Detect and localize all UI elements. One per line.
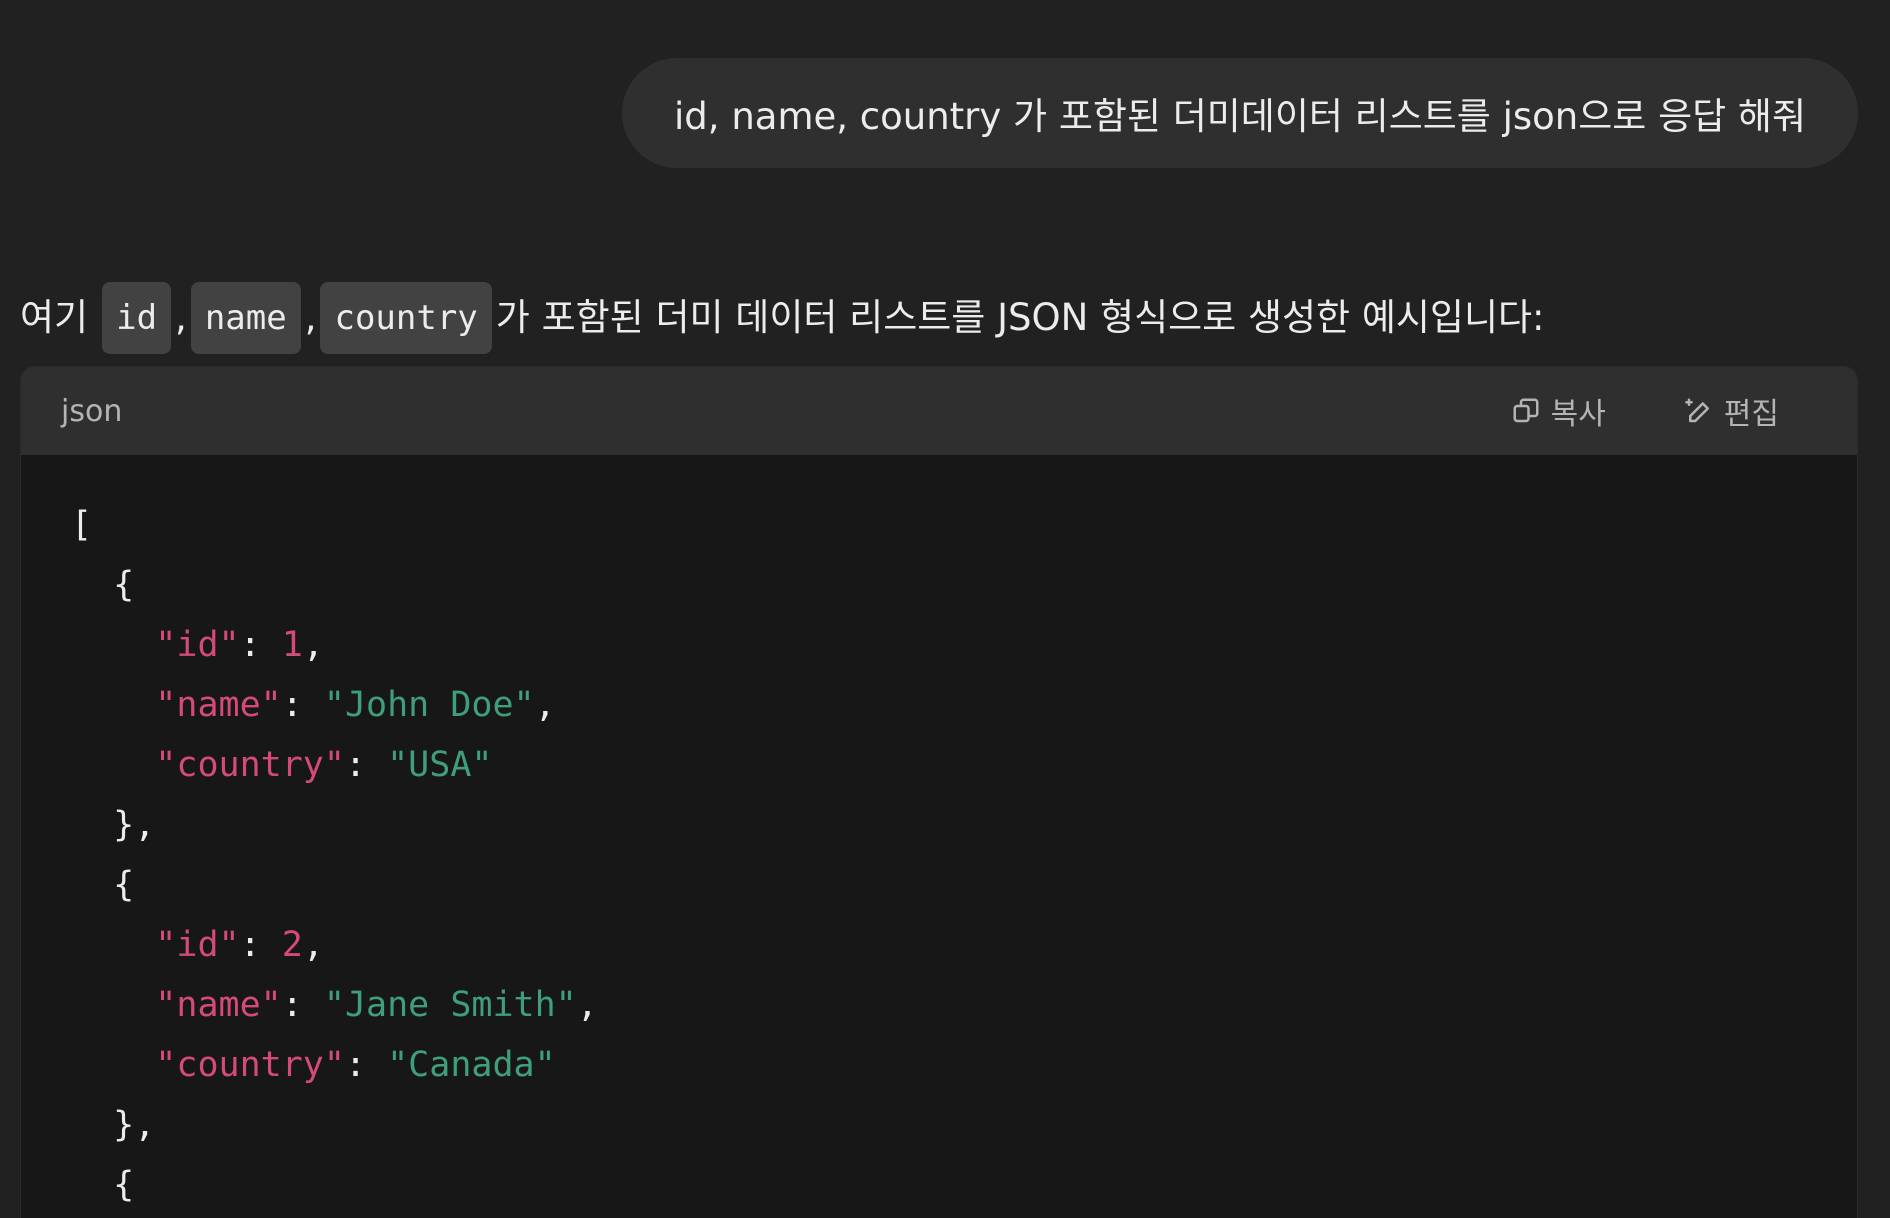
intro-separator: , (304, 296, 317, 339)
json-string: "Canada" (387, 1045, 556, 1085)
json-punctuation: : (281, 985, 324, 1025)
code-line: }, (71, 1095, 1807, 1155)
edit-label: 편집 (1723, 397, 1779, 432)
json-key: "id" (155, 925, 240, 965)
json-string: "Jane Smith" (323, 985, 577, 1025)
code-line: }, (71, 795, 1807, 855)
copy-button[interactable]: 복사 (1511, 389, 1606, 433)
json-punctuation: }, (113, 1105, 156, 1145)
code-block: json 복사 편집 [ { "id": 1, "name": "John Do… (20, 366, 1858, 1218)
inline-code-id: id (102, 282, 172, 354)
json-punctuation: { (113, 865, 135, 905)
json-key: "country" (155, 1045, 345, 1085)
assistant-intro-text: 여기 id , name , country 가 포함된 더미 데이터 리스트를… (20, 282, 1545, 354)
json-key: "name" (155, 985, 282, 1025)
code-line: "id": 1, (71, 615, 1807, 675)
copy-label: 복사 (1550, 397, 1606, 432)
intro-suffix: 가 포함된 더미 데이터 리스트를 JSON 형식으로 생성한 예시입니다: (495, 296, 1545, 339)
code-line: { (71, 555, 1807, 615)
copy-icon (1513, 398, 1539, 423)
json-key: "id" (155, 625, 240, 665)
json-punctuation: : (239, 625, 282, 665)
json-punctuation: { (113, 565, 135, 605)
inline-code-country: country (320, 282, 492, 354)
intro-prefix: 여기 (20, 296, 89, 339)
code-line: "name": "John Doe", (71, 675, 1807, 735)
intro-separator: , (175, 296, 187, 339)
code-block-header: json 복사 편집 (21, 367, 1857, 455)
json-key: "name" (155, 685, 282, 725)
json-punctuation: , (302, 925, 324, 965)
json-punctuation: : (344, 1045, 388, 1085)
json-string: "USA" (387, 745, 493, 785)
json-string: "John Doe" (323, 685, 535, 725)
json-punctuation: , (534, 685, 556, 725)
json-punctuation: { (113, 1165, 135, 1205)
code-line: "id": 2, (71, 915, 1807, 975)
code-line: "name": "Jane Smith", (71, 975, 1807, 1035)
code-language-label: json (61, 393, 123, 429)
json-punctuation: }, (113, 805, 156, 845)
json-key: "country" (155, 745, 345, 785)
code-content: [ { "id": 1, "name": "John Doe", "countr… (21, 455, 1857, 1218)
user-message-bubble: id, name, country 가 포함된 더미데이터 리스트를 json으… (622, 58, 1858, 168)
code-line: { (71, 1155, 1807, 1215)
code-line: { (71, 855, 1807, 915)
edit-button[interactable]: 편집 (1684, 389, 1779, 433)
chat-page: id, name, country 가 포함된 더미데이터 리스트를 json으… (0, 0, 1890, 1218)
code-line: "country": "USA" (71, 735, 1807, 795)
code-actions: 복사 편집 (1511, 389, 1779, 433)
json-number: 1 (281, 625, 303, 665)
json-punctuation: , (302, 625, 324, 665)
user-message-text: id, name, country 가 포함된 더미데이터 리스트를 json으… (674, 95, 1806, 138)
json-punctuation: : (239, 925, 282, 965)
inline-code-name: name (190, 282, 301, 354)
json-punctuation: , (576, 985, 598, 1025)
code-line: "country": "Canada" (71, 1035, 1807, 1095)
json-punctuation: : (281, 685, 324, 725)
edit-pencil-icon (1685, 398, 1709, 423)
json-number: 2 (281, 925, 303, 965)
code-line: [ (71, 495, 1807, 555)
json-punctuation: : (344, 745, 388, 785)
json-punctuation: [ (71, 505, 93, 545)
